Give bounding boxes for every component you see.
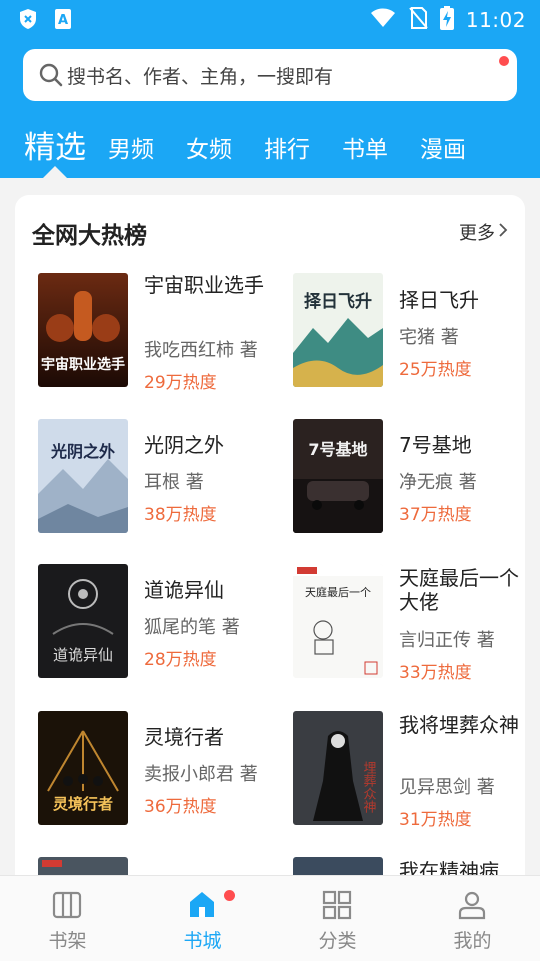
nav-label: 书城 bbox=[183, 930, 222, 952]
nav-profile[interactable]: 我的 bbox=[405, 876, 540, 961]
book-title: 7号基地 bbox=[399, 433, 472, 457]
hot-list-card: 全网大热榜 更多 宇宙职业选手 宇宙职业选手 我吃西红柿 著 29万热度 择日飞… bbox=[15, 195, 525, 895]
svg-text:A: A bbox=[58, 13, 68, 28]
book-cover: 择日飞升 bbox=[293, 273, 383, 387]
category-icon bbox=[321, 889, 353, 921]
book-title: 天庭最后一个大佬 bbox=[399, 566, 519, 614]
book-item[interactable]: 道诡异仙 道诡异仙 狐尾的笔 著 28万热度 bbox=[38, 564, 288, 684]
book-heat: 25万热度 bbox=[399, 360, 472, 380]
book-item[interactable]: 7号基地 7号基地 净无痕 著 37万热度 bbox=[293, 419, 525, 539]
book-author: 见异思剑 著 bbox=[399, 777, 495, 798]
profile-icon bbox=[456, 889, 488, 921]
nav-category[interactable]: 分类 bbox=[270, 876, 405, 961]
book-item[interactable]: 埋葬众神 我将埋葬众神 见异思剑 著 31万热度 bbox=[293, 711, 525, 831]
book-heat: 38万热度 bbox=[144, 505, 217, 525]
no-sim-icon bbox=[408, 6, 428, 34]
book-item[interactable]: 宇宙职业选手 宇宙职业选手 我吃西红柿 著 29万热度 bbox=[38, 273, 288, 393]
cover-title-text: 宇宙职业选手 bbox=[41, 356, 125, 373]
book-title: 灵境行者 bbox=[144, 725, 224, 749]
cover-title-text: 择日飞升 bbox=[304, 291, 372, 312]
active-tab-indicator bbox=[43, 166, 67, 178]
cover-title-text: 灵境行者 bbox=[53, 795, 113, 813]
book-author: 我吃西红柿 著 bbox=[144, 340, 258, 361]
search-placeholder: 搜书名、作者、主角，一搜即有 bbox=[67, 66, 334, 88]
clock: 11:02 bbox=[465, 8, 526, 32]
more-link[interactable]: 更多 bbox=[459, 219, 508, 245]
book-cover: 灵境行者 bbox=[38, 711, 128, 825]
category-tabs: 精选 男频 女频 排行 书单 漫画 bbox=[0, 118, 540, 178]
book-author: 卖报小郎君 著 bbox=[144, 764, 258, 785]
notification-dot bbox=[224, 890, 235, 901]
book-author: 耳根 著 bbox=[144, 472, 204, 493]
book-item[interactable]: 光阴之外 光阴之外 耳根 著 38万热度 bbox=[38, 419, 288, 539]
book-heat: 29万热度 bbox=[144, 373, 217, 393]
cover-title-text: 光阴之外 bbox=[50, 442, 115, 461]
book-cover: 埋葬众神 bbox=[293, 711, 383, 825]
nav-bookshelf[interactable]: 书架 bbox=[0, 876, 135, 961]
search-bar[interactable]: 搜书名、作者、主角，一搜即有 bbox=[23, 49, 517, 101]
app-notification-icon: A bbox=[54, 8, 72, 34]
book-cover: 7号基地 bbox=[293, 419, 383, 533]
tab-male[interactable]: 男频 bbox=[108, 130, 154, 164]
book-author: 狐尾的笔 著 bbox=[144, 617, 240, 638]
book-item[interactable]: 择日飞升 择日飞升 宅猪 著 25万热度 bbox=[293, 273, 525, 393]
book-author: 宅猪 著 bbox=[399, 327, 459, 348]
cover-title-text: 埋葬众神 bbox=[361, 761, 377, 813]
tab-featured[interactable]: 精选 bbox=[24, 122, 86, 167]
book-heat: 37万热度 bbox=[399, 505, 472, 525]
book-cover: 光阴之外 bbox=[38, 419, 128, 533]
book-cover: 宇宙职业选手 bbox=[38, 273, 128, 387]
book-heat: 31万热度 bbox=[399, 810, 472, 830]
book-author: 言归正传 著 bbox=[399, 630, 495, 651]
status-bar: A 11:02 bbox=[0, 0, 540, 38]
bookstore-icon bbox=[186, 889, 218, 921]
more-label: 更多 bbox=[459, 223, 495, 244]
cover-title-text: 7号基地 bbox=[308, 440, 367, 459]
book-heat: 36万热度 bbox=[144, 797, 217, 817]
nav-label: 我的 bbox=[453, 930, 492, 952]
book-title: 我将埋葬众神 bbox=[399, 713, 519, 737]
book-title: 道诡异仙 bbox=[144, 578, 224, 602]
bottom-navigation: 书架 书城 分类 我的 bbox=[0, 875, 540, 961]
nav-label: 分类 bbox=[318, 930, 357, 952]
tab-ranking[interactable]: 排行 bbox=[264, 130, 310, 164]
book-title: 光阴之外 bbox=[144, 433, 224, 457]
book-title: 宇宙职业选手 bbox=[144, 273, 264, 297]
book-author: 净无痕 著 bbox=[399, 472, 477, 493]
tab-female[interactable]: 女频 bbox=[186, 130, 232, 164]
tab-booklist[interactable]: 书单 bbox=[342, 130, 388, 164]
nav-bookstore[interactable]: 书城 bbox=[135, 876, 270, 961]
shield-icon bbox=[18, 8, 38, 34]
book-item[interactable]: 灵境行者 灵境行者 卖报小郎君 著 36万热度 bbox=[38, 711, 288, 831]
search-icon bbox=[38, 62, 64, 92]
book-cover: 天庭最后一个 bbox=[293, 564, 383, 678]
battery-charging-icon bbox=[439, 6, 454, 34]
book-heat: 28万热度 bbox=[144, 650, 217, 670]
notification-dot bbox=[499, 56, 509, 66]
chevron-right-icon bbox=[498, 222, 508, 243]
wifi-icon bbox=[370, 8, 396, 32]
cover-title-text: 道诡异仙 bbox=[53, 646, 113, 664]
nav-label: 书架 bbox=[48, 930, 87, 952]
tab-comics[interactable]: 漫画 bbox=[420, 130, 466, 164]
bookshelf-icon bbox=[51, 889, 83, 921]
cover-title-text: 天庭最后一个 bbox=[305, 585, 371, 599]
book-item[interactable]: 天庭最后一个 天庭最后一个大佬 言归正传 著 33万热度 bbox=[293, 564, 525, 684]
book-title: 择日飞升 bbox=[399, 288, 479, 312]
book-cover: 道诡异仙 bbox=[38, 564, 128, 678]
section-title: 全网大热榜 bbox=[32, 223, 147, 249]
book-heat: 33万热度 bbox=[399, 663, 472, 683]
